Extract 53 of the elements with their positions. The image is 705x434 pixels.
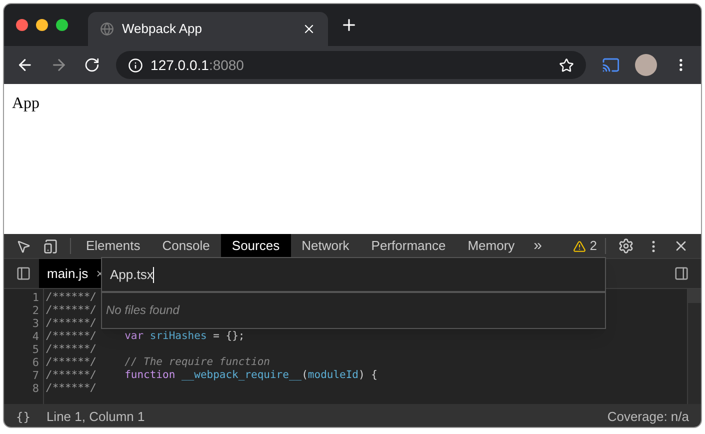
code-prefix: /******/ xyxy=(46,291,97,304)
code-prefix: /******/ xyxy=(46,382,97,395)
settings-icon[interactable] xyxy=(618,238,634,254)
browser-tab[interactable]: Webpack App xyxy=(88,12,328,46)
code-prefix: /******/ xyxy=(46,304,97,317)
line-number: 7 xyxy=(32,369,39,382)
line-number: 2 xyxy=(32,304,39,317)
panel-tab[interactable]: Memory xyxy=(456,234,526,258)
code-line: // The require function xyxy=(124,356,270,369)
panel-tab[interactable]: Console xyxy=(151,234,221,258)
code-prefix: /******/ xyxy=(46,330,97,343)
star-icon[interactable] xyxy=(558,58,574,72)
panel-tab[interactable]: Network xyxy=(290,234,360,258)
coverage-text: Coverage: n/a xyxy=(607,408,689,426)
panel-tab[interactable]: Sources xyxy=(220,234,291,258)
tab-title: Webpack App xyxy=(122,20,203,38)
cursor-position: Line 1, Column 1 xyxy=(46,408,146,426)
navigator-toggle-icon[interactable] xyxy=(16,266,31,281)
line-number: 6 xyxy=(32,356,39,369)
line-number: 1 xyxy=(32,291,39,304)
warning-count[interactable]: 2 xyxy=(590,236,597,256)
inspect-icon[interactable] xyxy=(16,238,31,254)
line-number: 3 xyxy=(32,317,39,330)
code-line: var sriHashes = {}; xyxy=(124,330,245,343)
warning-icon xyxy=(572,240,586,252)
code-prefix: /******/ xyxy=(46,317,97,330)
reload-icon[interactable] xyxy=(84,57,100,73)
url-text: 127.0.0.1:8080 xyxy=(150,56,245,74)
format-button[interactable]: {} xyxy=(16,408,30,426)
debugger-toggle-icon[interactable] xyxy=(674,266,689,281)
panel-tab[interactable]: Elements xyxy=(75,234,152,258)
code-prefix: /******/ xyxy=(46,343,97,356)
panel-tab[interactable]: Performance xyxy=(360,234,457,258)
code-prefix: /******/ xyxy=(46,369,97,382)
code-line: function __webpack_require__(moduleId) { xyxy=(124,369,378,382)
line-number: 4 xyxy=(32,330,39,343)
address-bar[interactable]: 127.0.0.1:8080 xyxy=(116,51,586,79)
empty-message: No files found xyxy=(105,302,181,319)
avatar[interactable] xyxy=(635,54,658,76)
code-prefix: /******/ xyxy=(46,356,97,369)
device-icon[interactable] xyxy=(43,238,58,254)
line-number: 8 xyxy=(32,382,39,395)
quick-open-input[interactable]: App.tsx xyxy=(102,258,605,293)
back-icon[interactable] xyxy=(16,56,34,74)
line-number: 5 xyxy=(32,343,39,356)
info-icon[interactable] xyxy=(128,58,143,72)
scrollbar-thumb[interactable] xyxy=(688,289,701,303)
more-tabs[interactable]: » xyxy=(526,234,550,258)
new-tab-icon[interactable] xyxy=(340,16,358,34)
close-icon[interactable] xyxy=(302,22,316,36)
globe-icon xyxy=(100,22,114,36)
page-text: App xyxy=(12,95,40,112)
cast-icon[interactable] xyxy=(602,56,620,74)
